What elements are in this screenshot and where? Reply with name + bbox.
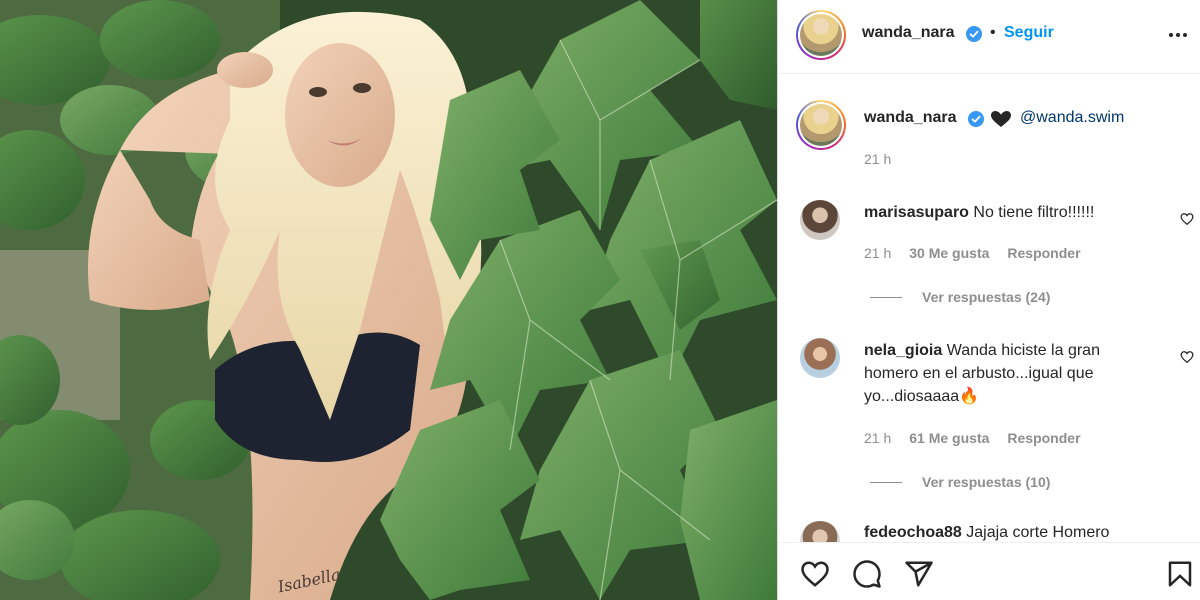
comment-avatar[interactable] — [800, 200, 840, 240]
post-image: Isabella — [0, 0, 777, 600]
author-avatar[interactable] — [796, 10, 846, 60]
comment-username[interactable]: fedeochoa88 — [864, 524, 962, 541]
caption-timestamp: 21 h — [864, 151, 892, 167]
paper-plane-icon[interactable] — [904, 559, 934, 589]
comment-text: fedeochoa88 Jajaja corte Homero — [864, 521, 1144, 544]
heart-outline-icon[interactable] — [800, 559, 830, 589]
heart-outline-icon[interactable] — [1180, 212, 1194, 226]
comment-text: marisasuparo No tiene filtro!!!!!! — [864, 201, 1144, 224]
replies-divider — [870, 297, 902, 298]
bookmark-icon[interactable] — [1165, 559, 1195, 589]
comment-likes[interactable]: 30 Me gusta — [909, 245, 989, 261]
comment-timestamp: 21 h — [864, 430, 892, 446]
comment-avatar[interactable] — [800, 338, 840, 378]
post-photo[interactable]: Isabella — [0, 0, 777, 600]
post-side-panel: wanda_nara • Seguir wanda_nara @wanda.sw… — [777, 0, 1200, 600]
comment-meta: 21 h 61 Me gusta Responder — [864, 430, 1081, 446]
comment-text: nela_gioia Wanda hiciste la gran homero … — [864, 339, 1144, 408]
comment-body-line1: Wanda hiciste la gran — [946, 342, 1100, 359]
ellipsis-icon[interactable] — [1163, 20, 1193, 50]
separator-dot: • — [990, 24, 996, 41]
author-username[interactable]: wanda_nara — [862, 24, 954, 42]
comment-body-line2: homero en el arbusto...igual que — [864, 365, 1094, 382]
heart-outline-icon[interactable] — [1180, 350, 1194, 364]
caption-author-username[interactable]: wanda_nara — [864, 109, 956, 127]
black-heart-icon — [991, 111, 1011, 127]
reply-button[interactable]: Responder — [1007, 430, 1080, 446]
comment-likes[interactable]: 61 Me gusta — [909, 430, 989, 446]
comment-body: Jajaja corte Homero — [966, 524, 1110, 541]
replies-divider — [870, 482, 902, 483]
verified-badge-icon — [968, 111, 984, 127]
comment-body: No tiene filtro!!!!!! — [973, 204, 1095, 221]
follow-button[interactable]: Seguir — [1004, 24, 1054, 42]
reply-button[interactable]: Responder — [1007, 245, 1080, 261]
action-bar — [778, 542, 1200, 600]
speech-bubble-icon[interactable] — [852, 559, 882, 589]
caption-mention-link[interactable]: @wanda.swim — [1020, 109, 1124, 127]
comment-username[interactable]: marisasuparo — [864, 204, 969, 221]
comment-timestamp: 21 h — [864, 245, 892, 261]
comment-body-line3: yo...diosaaaa🔥 — [864, 388, 980, 405]
comment-username[interactable]: nela_gioia — [864, 342, 942, 359]
view-replies-button[interactable]: Ver respuestas (10) — [922, 474, 1050, 490]
comment-meta: 21 h 30 Me gusta Responder — [864, 245, 1081, 261]
view-replies-button[interactable]: Ver respuestas (24) — [922, 289, 1050, 305]
post-header: wanda_nara • Seguir — [778, 0, 1200, 74]
caption-author-avatar[interactable] — [796, 100, 846, 150]
verified-badge-icon — [966, 26, 982, 42]
